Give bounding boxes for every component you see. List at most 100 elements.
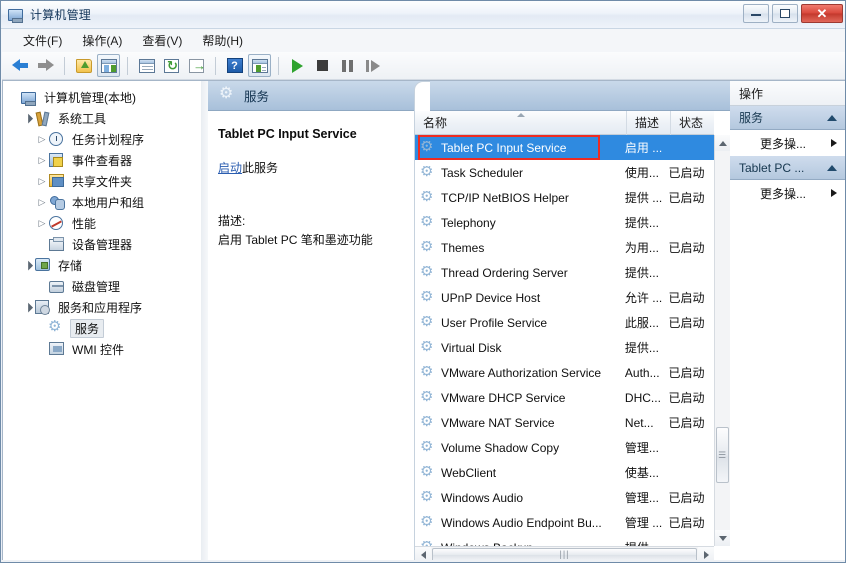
column-header-name-label: 名称 [423, 115, 448, 130]
tree-item-shared-folders[interactable]: ▷ 共享文件夹 [7, 171, 201, 192]
expander-collapsed-icon[interactable]: ▷ [35, 134, 49, 145]
table-row[interactable]: Windows Audio Endpoint Bu... 管理 ... 已启动 [415, 510, 714, 535]
service-name-label: VMware DHCP Service [441, 390, 566, 405]
minimize-button[interactable] [743, 4, 769, 23]
table-row[interactable]: Task Scheduler 使用... 已启动 [415, 160, 714, 185]
table-row[interactable]: Windows Backup提供 ... [415, 535, 714, 547]
table-row[interactable]: VMware NAT Service Net... 已启动 [415, 410, 714, 435]
actions-section-tablet-pc[interactable]: Tablet PC ... [730, 156, 845, 180]
tree-item-performance[interactable]: ▷ 性能 [7, 213, 201, 234]
tree-item-wmi-control[interactable]: WMI 控件 [7, 339, 201, 360]
expander-collapsed-icon[interactable]: ▷ [35, 176, 49, 187]
table-row[interactable]: User Profile Service 此服... 已启动 [415, 310, 714, 335]
pane-header: 服务 [208, 81, 730, 111]
start-service-link-suffix: 此服务 [242, 161, 279, 175]
start-service-button[interactable] [286, 54, 309, 77]
cell-service-description: Net... [624, 415, 654, 430]
table-row[interactable]: UPnP Device Host 允许 ... 已启动 [415, 285, 714, 310]
table-row[interactable]: Themes 为用... 已启动 [415, 235, 714, 260]
table-row[interactable]: Windows Audio 管理... 已启动 [415, 485, 714, 510]
pane-splitter[interactable] [201, 80, 208, 562]
vertical-scrollbar[interactable]: ☰ [714, 135, 730, 546]
restore-button[interactable] [772, 4, 798, 23]
cell-service-description: 此服... [624, 316, 659, 330]
tree-item-services-applications[interactable]: ◢ 服务和应用程序 [7, 297, 201, 318]
service-gear-icon [420, 216, 436, 230]
cell-service-name: Windows Audio Endpoint Bu... [415, 516, 625, 530]
table-row[interactable]: Thread Ordering Server 提供... [415, 260, 714, 285]
forward-button[interactable] [34, 54, 57, 77]
cell-service-name: Task Scheduler [415, 166, 625, 180]
submenu-arrow-icon[interactable] [831, 139, 837, 147]
table-row[interactable]: Volume Shadow Copy 管理... [415, 435, 714, 460]
tree-item-services[interactable]: 服务 [7, 317, 201, 339]
table-row[interactable]: WebClient 使基... [415, 460, 714, 485]
table-row[interactable]: Telephony 提供... [415, 210, 714, 235]
show-console-tree-icon [100, 58, 117, 73]
tree-item-system-tools[interactable]: ◢ 系统工具 [7, 108, 201, 129]
stop-service-icon [317, 60, 328, 71]
detail-description-text: 启用 Tablet PC 笔和墨迹功能 [218, 233, 373, 247]
expander-collapsed-icon[interactable]: ▷ [35, 218, 49, 229]
tree-item-disk-management[interactable]: 磁盘管理 [7, 276, 201, 297]
cell-service-name: UPnP Device Host [415, 291, 625, 305]
cell-service-name: Tablet PC Input Service [415, 141, 625, 155]
tools-icon [35, 111, 52, 127]
table-row[interactable]: Tablet PC Input Service 启用 ... [415, 135, 714, 160]
actions-more-actions-services[interactable]: 更多操... [730, 130, 845, 156]
table-row[interactable]: Virtual Disk 提供... [415, 335, 714, 360]
export-list-button[interactable] [185, 54, 208, 77]
up-folder-button[interactable] [72, 54, 95, 77]
close-button[interactable]: ✕ [801, 4, 843, 23]
tree-item-event-viewer[interactable]: ▷ 事件查看器 [7, 150, 201, 171]
toolbar-separator-4 [278, 56, 279, 75]
tree-item-label: 本地用户和组 [72, 196, 145, 210]
chevron-up-icon[interactable] [827, 164, 837, 171]
submenu-arrow-icon[interactable] [831, 189, 837, 197]
cell-service-description: 提供... [624, 266, 659, 280]
menu-file[interactable]: 文件(F) [14, 29, 71, 52]
cell-service-status: 已启动 [668, 191, 705, 205]
vertical-scroll-thumb[interactable]: ☰ [716, 427, 729, 483]
back-button[interactable] [9, 54, 32, 77]
tree-item-device-manager[interactable]: 设备管理器 [7, 234, 201, 255]
scroll-up-button[interactable] [715, 135, 730, 151]
list-view-button[interactable] [135, 54, 158, 77]
tree-item-storage[interactable]: ◢ 存储 [7, 255, 201, 276]
service-gear-icon [420, 166, 436, 180]
scroll-down-button[interactable] [715, 530, 730, 546]
column-header-name[interactable]: 名称 [415, 110, 627, 135]
service-gear-icon [420, 391, 436, 405]
tree-item-local-users-groups[interactable]: ▷ 本地用户和组 [7, 192, 201, 213]
stop-service-button[interactable] [311, 54, 334, 77]
expander-collapsed-icon[interactable]: ▷ [35, 197, 49, 208]
tree-item-task-scheduler[interactable]: ▷ 任务计划程序 [7, 129, 201, 150]
console-tree-pane: 计算机管理(本地) ◢ 系统工具 ▷ 任务计划程序 ▷ 事件查看器 ▷ 共享文件夹 ▷ 本地用户和组… [2, 80, 201, 562]
computer-management-window: 计算机管理 ✕ 文件(F) 操作(A) 查看(V) 帮助(H) ? [0, 0, 846, 563]
help-button[interactable]: ? [223, 54, 246, 77]
pause-service-button[interactable] [336, 54, 359, 77]
refresh-button[interactable] [160, 54, 183, 77]
column-header-description[interactable]: 描述 [627, 110, 671, 135]
properties-button[interactable] [248, 54, 271, 77]
table-row[interactable]: VMware Authorization Service Auth... 已启动 [415, 360, 714, 385]
tree-item-label: 性能 [72, 217, 97, 231]
cell-service-description: 提供 ... [625, 539, 669, 546]
actions-more-actions-tablet-pc[interactable]: 更多操... [730, 180, 845, 206]
table-row[interactable]: VMware DHCP Service DHC... 已启动 [415, 385, 714, 410]
start-service-link[interactable]: 启动 [218, 161, 242, 175]
actions-section-services[interactable]: 服务 [730, 106, 845, 130]
restart-service-button[interactable] [361, 54, 384, 77]
menu-action[interactable]: 操作(A) [73, 29, 131, 52]
show-console-tree-button[interactable] [97, 54, 120, 77]
cell-service-description: 管理... [624, 491, 659, 505]
service-name-label: VMware NAT Service [441, 415, 555, 430]
column-header-status[interactable]: 状态 [671, 111, 713, 135]
menu-help[interactable]: 帮助(H) [193, 29, 252, 52]
chevron-up-icon[interactable] [827, 114, 837, 121]
cell-service-description: 启用 ... [624, 141, 663, 155]
tree-item-computer-management[interactable]: 计算机管理(本地) [7, 87, 201, 108]
table-row[interactable]: TCP/IP NetBIOS Helper 提供 ... 已启动 [415, 185, 714, 210]
menu-view[interactable]: 查看(V) [133, 29, 191, 52]
expander-collapsed-icon[interactable]: ▷ [35, 155, 49, 166]
